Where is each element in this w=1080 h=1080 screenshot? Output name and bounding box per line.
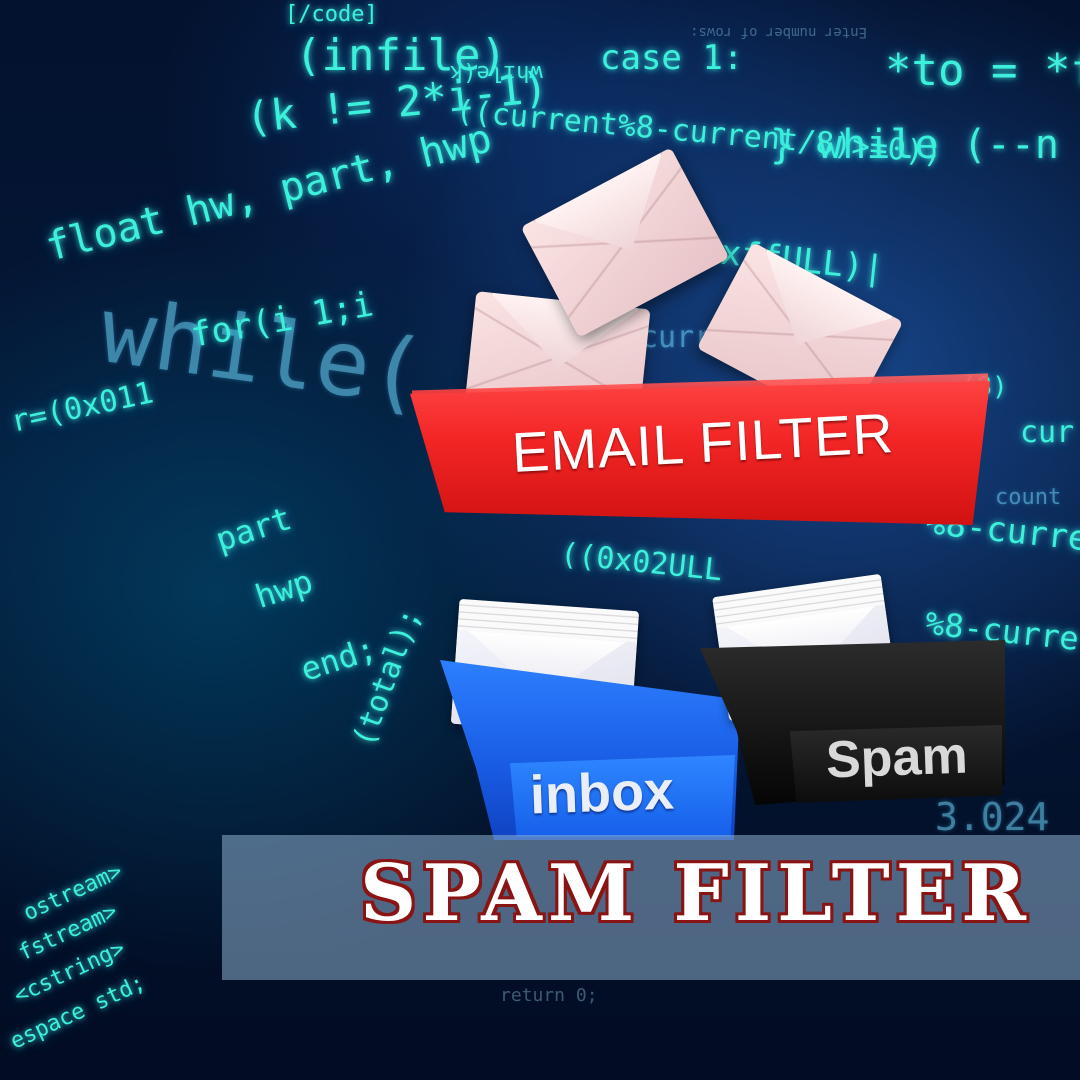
spam-label: Spam xyxy=(825,726,969,790)
code-line: (total); xyxy=(346,603,429,752)
banner-title: SPAM FILTER xyxy=(360,848,1032,939)
code-line: part xyxy=(211,499,297,559)
code-line: hwp xyxy=(250,561,318,617)
code-line: ((0x02ULL xyxy=(558,536,724,589)
code-line: Enter number of rows: xyxy=(690,24,868,40)
code-line: *to = *f xyxy=(885,45,1080,96)
code-line: count xyxy=(995,485,1062,510)
code-line: return 0; xyxy=(500,985,598,1006)
code-line: while(k xyxy=(450,60,543,85)
code-line: cur xyxy=(1020,415,1075,450)
code-line: case 1: xyxy=(600,38,744,78)
code-line: 3.024 xyxy=(935,795,1050,839)
code-line: [/code] xyxy=(285,2,378,27)
code-line: ((current%8-current/8)>=0)) xyxy=(454,93,944,172)
inbox-label: inbox xyxy=(528,760,676,826)
code-line: r=(0x011 xyxy=(7,375,157,440)
